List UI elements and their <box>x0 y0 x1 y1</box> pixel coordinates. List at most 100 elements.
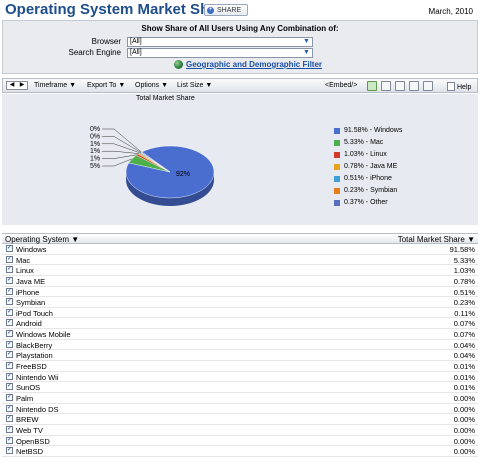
legend-swatch <box>334 140 340 146</box>
geo-filter-link[interactable]: Geographic and Demographic Filter <box>186 60 322 69</box>
row-checkbox[interactable]: ✓ <box>6 351 13 359</box>
os-share: 0.00% <box>453 436 475 446</box>
excel-icon[interactable] <box>409 81 419 91</box>
geo-filter: Geographic and Demographic Filter <box>174 60 322 69</box>
row-checkbox[interactable]: ✓ <box>6 276 13 284</box>
table-row[interactable]: ✓ OpenBSD 0.00% <box>2 436 478 447</box>
pdf-icon[interactable] <box>395 81 405 91</box>
os-share: 0.00% <box>453 393 475 403</box>
row-checkbox[interactable]: ✓ <box>6 447 13 455</box>
row-checkbox[interactable]: ✓ <box>6 330 13 338</box>
row-checkbox[interactable]: ✓ <box>6 266 13 274</box>
table-row[interactable]: ✓ Java ME 0.78% <box>2 276 478 287</box>
row-checkbox[interactable]: ✓ <box>6 298 13 306</box>
os-share: 5.33% <box>453 255 475 265</box>
row-checkbox[interactable]: ✓ <box>6 383 13 391</box>
table-row[interactable]: ✓ iPod Touch 0.11% <box>2 308 478 319</box>
legend-swatch <box>334 152 340 158</box>
table-row[interactable]: ✓ Nintendo Wii 0.01% <box>2 372 478 383</box>
row-checkbox[interactable]: ✓ <box>6 372 13 380</box>
row-checkbox[interactable]: ✓ <box>6 245 13 252</box>
os-name: Nintendo Wii <box>16 372 59 382</box>
list-size-menu[interactable]: List Size ▼ <box>177 82 212 89</box>
arrow-right-icon[interactable]: ▶ <box>20 82 25 89</box>
table-row[interactable]: ✓ SunOS 0.01% <box>2 382 478 393</box>
table-row[interactable]: ✓ Mac 5.33% <box>2 255 478 266</box>
row-checkbox[interactable]: ✓ <box>6 436 13 444</box>
os-name: OpenBSD <box>16 436 50 446</box>
os-name: Palm <box>16 393 34 403</box>
col-os-header[interactable]: Operating System ▼ <box>5 235 79 244</box>
table-body: ✓ Windows 91.58% ✓ Mac 5.33% ✓ Linux 1.03% ✓ Java … <box>2 244 478 457</box>
table-row[interactable]: ✓ Windows 91.58% <box>2 244 478 255</box>
os-name: FreeBSD <box>16 362 47 372</box>
row-checkbox[interactable]: ✓ <box>6 308 13 316</box>
print-icon[interactable] <box>423 81 433 91</box>
os-share: 0.00% <box>453 404 475 414</box>
chart-area: Total Market Share 92% 0% 0% 1% 1% 1% 5% 91.58… <box>2 94 478 225</box>
table-row[interactable]: ✓ NetBSD 0.00% <box>2 446 478 457</box>
os-share: 0.00% <box>453 415 475 425</box>
col-share-header[interactable]: Total Market Share ▼ <box>398 235 475 244</box>
table-row[interactable]: ✓ iPhone 0.51% <box>2 287 478 298</box>
timeframe-menu[interactable]: Timeframe ▼ <box>34 82 76 89</box>
pie-leader-label: 1% <box>90 156 100 163</box>
chart-icon[interactable] <box>367 81 377 91</box>
table-icon[interactable] <box>381 81 391 91</box>
legend-label: 0.37% - Other <box>344 199 388 206</box>
os-share: 1.03% <box>453 266 475 276</box>
os-name: Linux <box>16 266 34 276</box>
filter-panel: Show Share of All Users Using Any Combin… <box>2 20 478 74</box>
table-row[interactable]: ✓ Web TV 0.00% <box>2 425 478 436</box>
table-row[interactable]: ✓ Linux 1.03% <box>2 265 478 276</box>
table-row[interactable]: ✓ BlackBerry 0.04% <box>2 340 478 351</box>
table-row[interactable]: ✓ Windows Mobile 0.07% <box>2 329 478 340</box>
os-share: 0.00% <box>453 425 475 435</box>
table-header: Operating System ▼ Total Market Share ▼ <box>2 233 478 244</box>
browser-select[interactable]: [All] ▼ <box>127 37 313 47</box>
page-header: Operating System Market Share + SHARE Ma… <box>0 0 480 20</box>
row-checkbox[interactable]: ✓ <box>6 415 13 423</box>
row-checkbox[interactable]: ✓ <box>6 362 13 370</box>
legend-label: 1.03% - Linux <box>344 151 387 158</box>
os-name: Windows <box>16 245 47 254</box>
row-checkbox[interactable]: ✓ <box>6 287 13 295</box>
pie-leader-label: 1% <box>90 141 100 148</box>
engine-label: Search Engine <box>68 48 121 57</box>
os-share: 0.01% <box>453 372 475 382</box>
help-button[interactable]: Help <box>447 82 471 91</box>
nav-arrows[interactable]: ◀ ▶ <box>6 81 28 90</box>
engine-select[interactable]: [All] ▼ <box>127 48 313 58</box>
row-checkbox[interactable]: ✓ <box>6 319 13 327</box>
engine-row: Search Engine [All] ▼ <box>51 48 331 59</box>
arrow-left-icon[interactable]: ◀ <box>10 82 15 89</box>
os-name: Web TV <box>16 425 43 435</box>
page-title: Operating System Market Share <box>5 1 232 18</box>
table-row[interactable]: ✓ FreeBSD 0.01% <box>2 361 478 372</box>
os-name: Java ME <box>16 276 46 286</box>
options-menu[interactable]: Options ▼ <box>135 82 168 89</box>
report-date: March, 2010 <box>428 7 473 16</box>
share-button[interactable]: + SHARE <box>204 4 248 16</box>
os-share: 0.01% <box>453 383 475 393</box>
globe-icon <box>174 60 183 69</box>
pie-leader-line <box>102 150 139 154</box>
embed-button[interactable]: <Embed/> <box>325 82 357 89</box>
row-checkbox[interactable]: ✓ <box>6 425 13 433</box>
share-label: SHARE <box>217 6 242 14</box>
os-name: Android <box>16 319 42 329</box>
pie-leader-line <box>102 128 142 153</box>
table-row[interactable]: ✓ Playstation 0.04% <box>2 350 478 362</box>
legend-label: 0.78% - Java ME <box>344 163 398 170</box>
table-row[interactable]: ✓ Symbian 0.23% <box>2 297 478 308</box>
table-row[interactable]: ✓ Nintendo DS 0.00% <box>2 404 478 415</box>
row-checkbox[interactable]: ✓ <box>6 340 13 348</box>
table-row[interactable]: ✓ Palm 0.00% <box>2 393 478 404</box>
table-row[interactable]: ✓ BREW 0.00% <box>2 414 478 425</box>
export-menu[interactable]: Export To ▼ <box>87 82 125 89</box>
table-row[interactable]: ✓ Android 0.07% <box>2 318 478 330</box>
row-checkbox[interactable]: ✓ <box>6 404 13 412</box>
row-checkbox[interactable]: ✓ <box>6 255 13 263</box>
pie-leader-label: 5% <box>90 163 100 170</box>
row-checkbox[interactable]: ✓ <box>6 393 13 401</box>
